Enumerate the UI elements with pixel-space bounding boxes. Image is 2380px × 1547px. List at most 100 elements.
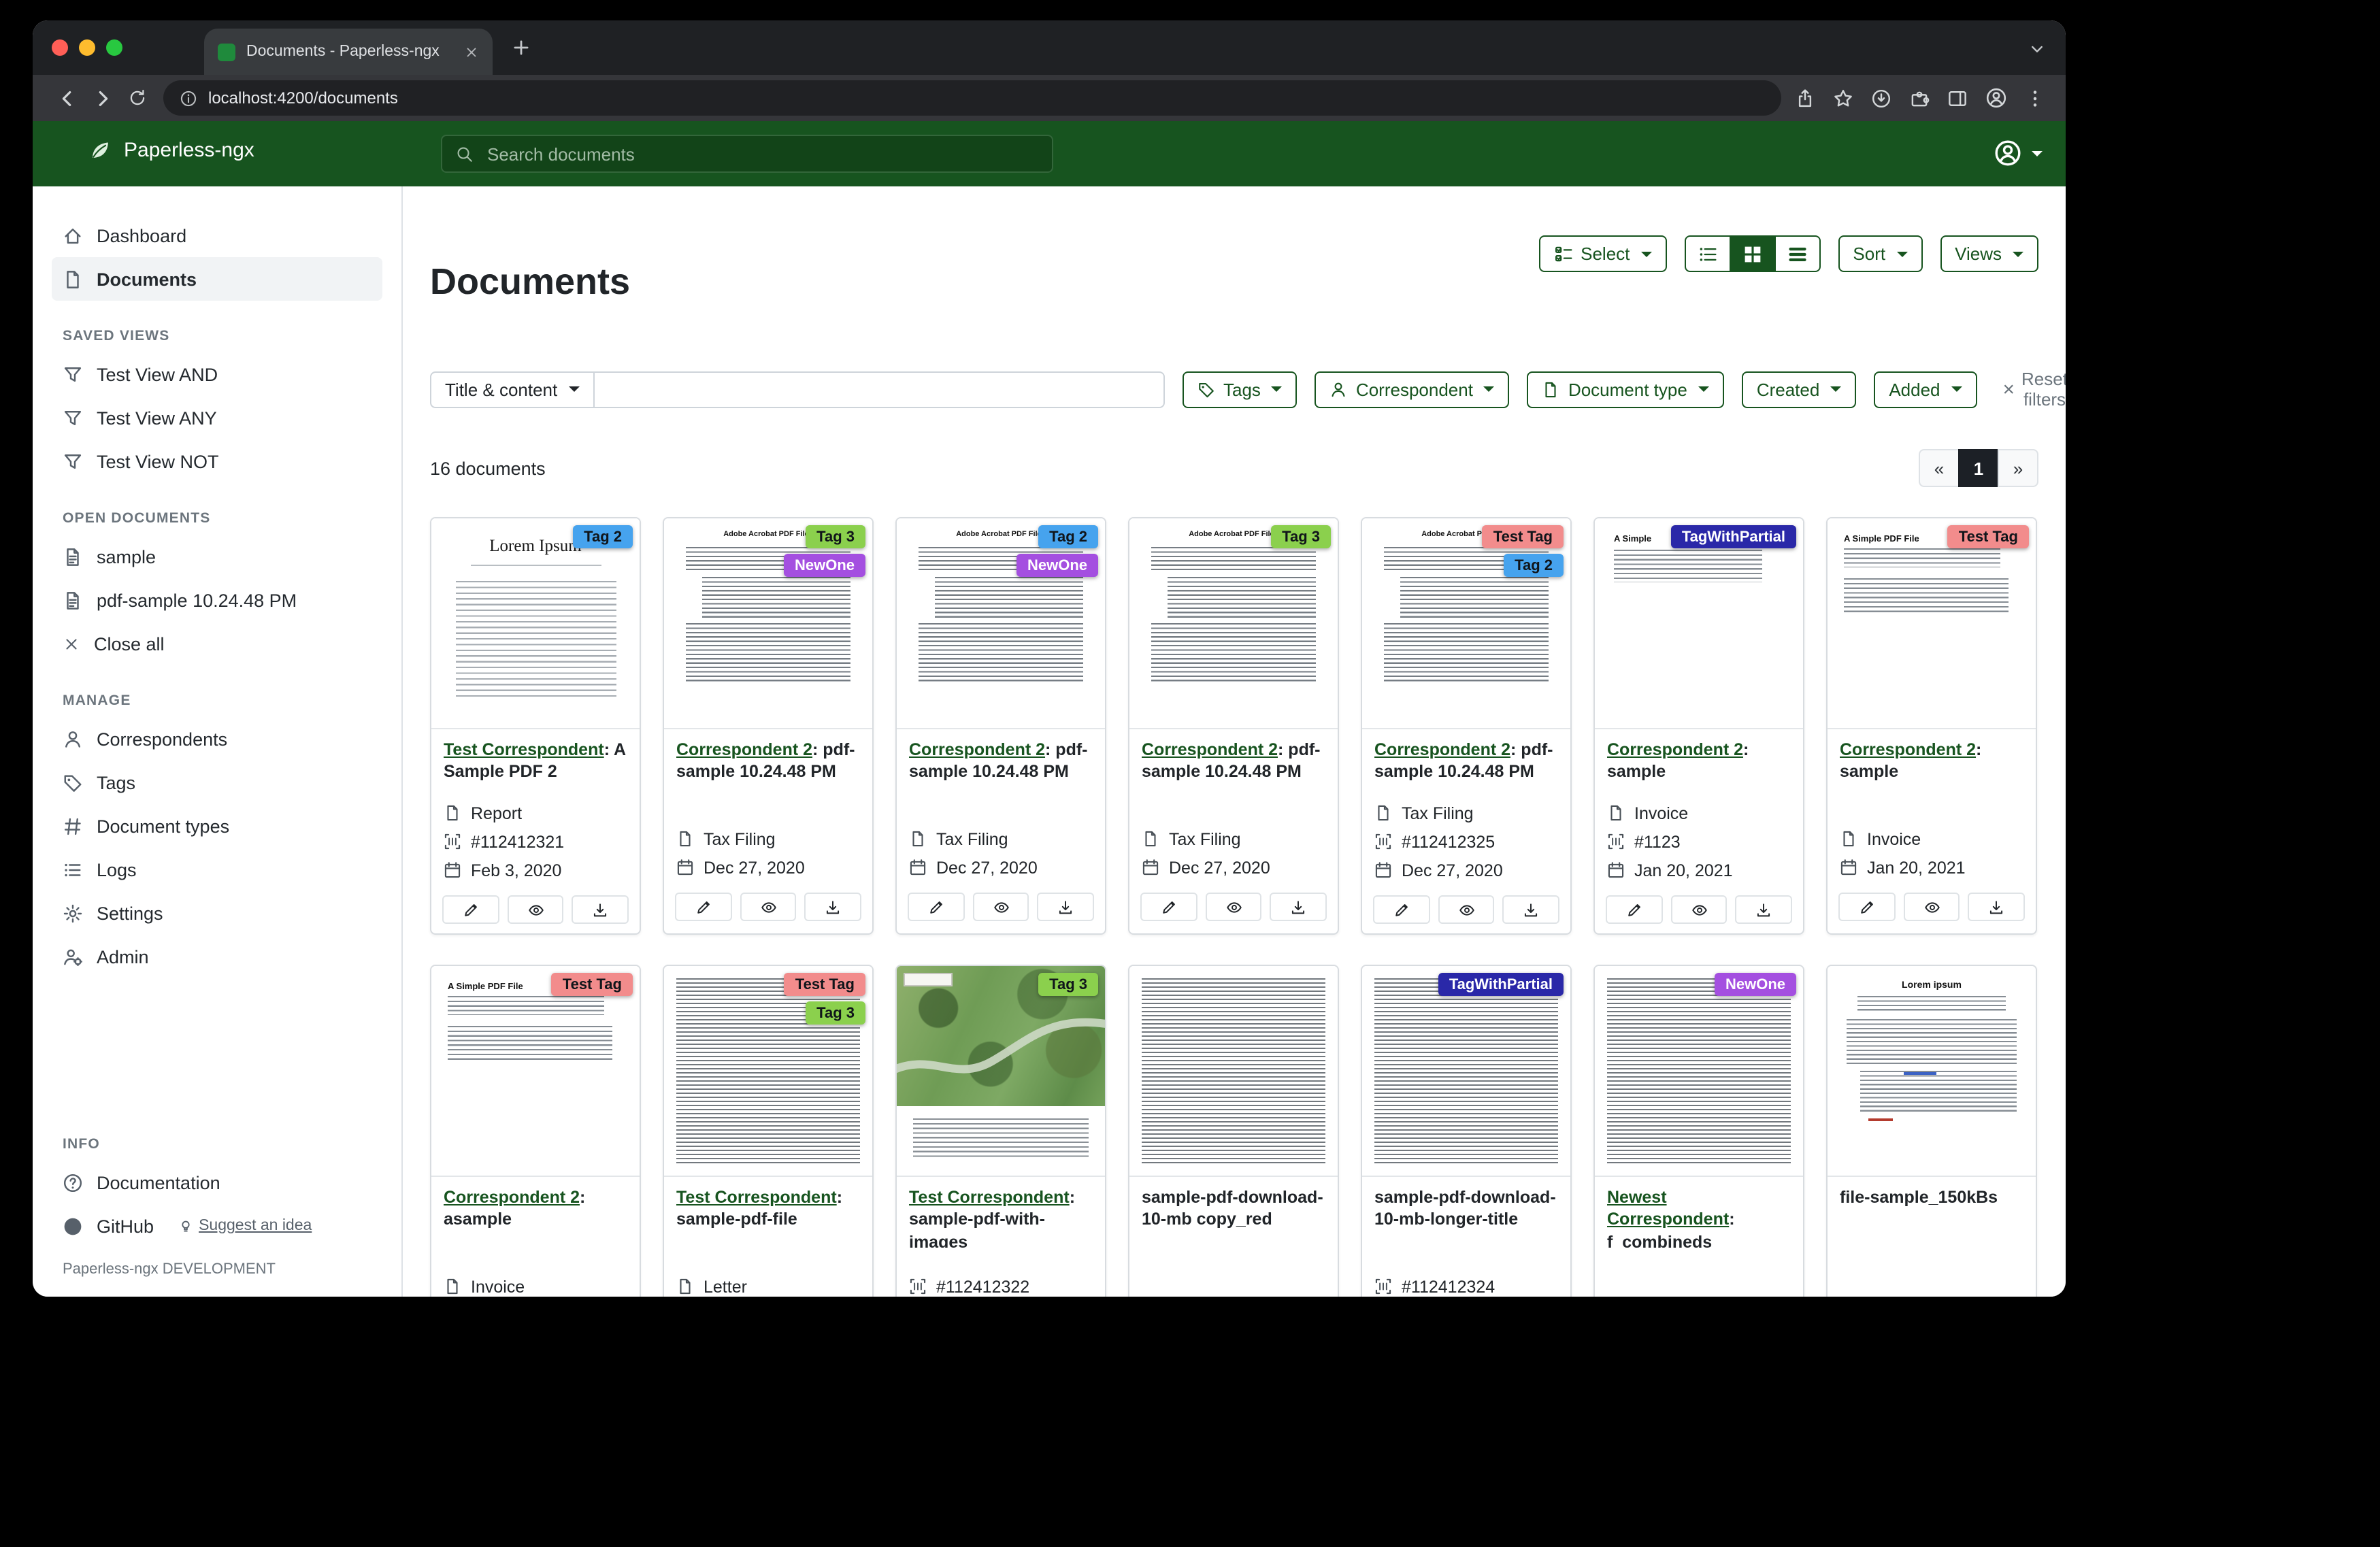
- document-title-text[interactable]: file-sample_150kBs: [1840, 1188, 1998, 1207]
- sidebar-item-github[interactable]: GitHub Suggest an idea: [52, 1204, 382, 1248]
- correspondent-link[interactable]: Correspondent 2: [909, 740, 1045, 759]
- sidebar-item-tags[interactable]: Tags: [52, 761, 382, 804]
- view-button[interactable]: [740, 893, 796, 921]
- document-thumbnail[interactable]: Adobe Acrobat PDF Files Tag 3 NewOne: [664, 518, 872, 729]
- document-type-filter-button[interactable]: Document type: [1527, 371, 1724, 407]
- correspondent-link[interactable]: Newest Correspondent: [1607, 1188, 1729, 1229]
- detail-view-button[interactable]: [1774, 235, 1820, 272]
- sidebar-item-admin[interactable]: Admin: [52, 935, 382, 978]
- downloads-icon[interactable]: [1871, 88, 1891, 108]
- tag-badge[interactable]: NewOne: [1017, 554, 1098, 577]
- suggest-idea-link[interactable]: Suggest an idea: [178, 1218, 312, 1234]
- tag-badge[interactable]: Test Tag: [784, 973, 865, 996]
- document-thumbnail[interactable]: A Simple TagWithPartial: [1595, 518, 1803, 729]
- pagination-prev-button[interactable]: «: [1919, 449, 1960, 487]
- sidebar-item-dashboard[interactable]: Dashboard: [52, 214, 382, 257]
- view-button[interactable]: [1670, 895, 1727, 924]
- sidebar-close-all[interactable]: Close all: [52, 622, 382, 665]
- sidebar-open-document[interactable]: sample: [52, 535, 382, 578]
- close-window-button[interactable]: [52, 39, 68, 56]
- download-button[interactable]: [805, 893, 861, 921]
- document-thumbnail[interactable]: A Simple PDF File Test Tag: [1828, 518, 2036, 729]
- correspondent-link[interactable]: Correspondent 2: [444, 1188, 580, 1207]
- menu-kebab-icon[interactable]: [2025, 88, 2045, 108]
- correspondent-link[interactable]: Correspondent 2: [1142, 740, 1278, 759]
- correspondent-link[interactable]: Test Correspondent: [909, 1188, 1070, 1207]
- minimize-window-button[interactable]: [79, 39, 95, 56]
- tag-badge[interactable]: TagWithPartial: [1671, 525, 1796, 548]
- tag-badge[interactable]: Tag 3: [806, 525, 865, 548]
- sort-button[interactable]: Sort: [1838, 235, 1922, 272]
- tag-badge[interactable]: Tag 3: [806, 1001, 865, 1025]
- download-button[interactable]: [1038, 893, 1094, 921]
- sidebar-item-logs[interactable]: Logs: [52, 848, 382, 891]
- views-button[interactable]: Views: [1940, 235, 2038, 272]
- document-thumbnail[interactable]: Test Tag Tag 3: [664, 966, 872, 1177]
- side-panel-icon[interactable]: [1947, 88, 1968, 108]
- sidebar-saved-view[interactable]: Test View ANY: [52, 396, 382, 439]
- edit-button[interactable]: [1838, 893, 1895, 921]
- tag-badge[interactable]: TagWithPartial: [1438, 973, 1564, 996]
- sidebar-item-settings[interactable]: Settings: [52, 891, 382, 935]
- correspondent-link[interactable]: Test Correspondent: [676, 1188, 837, 1207]
- list-view-button[interactable]: [1684, 235, 1730, 272]
- created-filter-button[interactable]: Created: [1742, 371, 1857, 407]
- reload-button[interactable]: [120, 80, 155, 116]
- sidebar-item-documentation[interactable]: Documentation: [52, 1161, 382, 1204]
- document-thumbnail[interactable]: A Simple PDF File Test Tag: [431, 966, 640, 1177]
- document-title-text[interactable]: sample-pdf-download-10-mb-longer-title: [1374, 1188, 1556, 1229]
- tag-badge[interactable]: Tag 2: [1504, 554, 1564, 577]
- correspondent-link[interactable]: Correspondent 2: [676, 740, 812, 759]
- view-button[interactable]: [507, 895, 563, 924]
- document-thumbnail[interactable]: Adobe Acrobat PDF Files Tag 3: [1129, 518, 1338, 729]
- tag-badge[interactable]: Test Tag: [1948, 525, 2029, 548]
- zoom-window-button[interactable]: [106, 39, 122, 56]
- correspondent-link[interactable]: Correspondent 2: [1607, 740, 1743, 759]
- pagination-next-button[interactable]: »: [1998, 449, 2038, 487]
- view-button[interactable]: [972, 893, 1029, 921]
- document-thumbnail[interactable]: [1129, 966, 1338, 1177]
- sidebar-item-documents[interactable]: Documents: [52, 257, 382, 301]
- pagination-page-button[interactable]: 1: [1958, 449, 1999, 487]
- view-button[interactable]: [1903, 893, 1960, 921]
- search-input[interactable]: [484, 142, 1038, 165]
- app-brand[interactable]: Paperless-ngx: [88, 139, 254, 162]
- edit-button[interactable]: [1373, 895, 1429, 924]
- back-button[interactable]: [49, 80, 84, 116]
- sidebar-item-correspondents[interactable]: Correspondents: [52, 717, 382, 761]
- document-thumbnail[interactable]: Adobe Acrobat PDF Files Test Tag Tag 2: [1362, 518, 1570, 729]
- download-button[interactable]: [1968, 893, 2025, 921]
- tag-badge[interactable]: Tag 3: [1271, 525, 1331, 548]
- extensions-puzzle-icon[interactable]: [1909, 88, 1930, 108]
- reset-filters-button[interactable]: × Reset filters: [1995, 367, 2066, 411]
- download-button[interactable]: [1503, 895, 1559, 924]
- url-bar[interactable]: localhost:4200/documents: [163, 80, 1781, 116]
- tag-badge[interactable]: Tag 2: [1038, 525, 1098, 548]
- document-thumbnail[interactable]: Lorem ipsum: [1828, 966, 2036, 1177]
- download-button[interactable]: [1270, 893, 1327, 921]
- added-filter-button[interactable]: Added: [1874, 371, 1977, 407]
- profile-avatar-icon[interactable]: [1985, 87, 2007, 109]
- sidebar-saved-view[interactable]: Test View NOT: [52, 439, 382, 483]
- sidebar-saved-view[interactable]: Test View AND: [52, 352, 382, 396]
- correspondent-link[interactable]: Test Correspondent: [444, 740, 604, 759]
- tab-search-icon[interactable]: [2029, 41, 2045, 57]
- select-button[interactable]: Select: [1538, 235, 1666, 272]
- edit-button[interactable]: [442, 895, 499, 924]
- document-title-text[interactable]: sample-pdf-download-10-mb copy_red: [1142, 1188, 1323, 1229]
- title-content-dropdown[interactable]: Title & content: [430, 371, 594, 407]
- tag-badge[interactable]: NewOne: [784, 554, 865, 577]
- edit-button[interactable]: [908, 893, 964, 921]
- tags-filter-button[interactable]: Tags: [1183, 371, 1298, 407]
- browser-tab[interactable]: Documents - Paperless-ngx: [204, 29, 493, 75]
- view-button[interactable]: [1438, 895, 1494, 924]
- download-button[interactable]: [572, 895, 629, 924]
- view-button[interactable]: [1205, 893, 1261, 921]
- tag-badge[interactable]: Test Tag: [552, 973, 633, 996]
- correspondent-filter-button[interactable]: Correspondent: [1315, 371, 1510, 407]
- tag-badge[interactable]: Tag 2: [573, 525, 633, 548]
- title-content-input[interactable]: [594, 371, 1165, 407]
- tag-badge[interactable]: NewOne: [1715, 973, 1796, 996]
- user-menu-button[interactable]: [1994, 139, 2043, 167]
- grid-view-button[interactable]: [1729, 235, 1775, 272]
